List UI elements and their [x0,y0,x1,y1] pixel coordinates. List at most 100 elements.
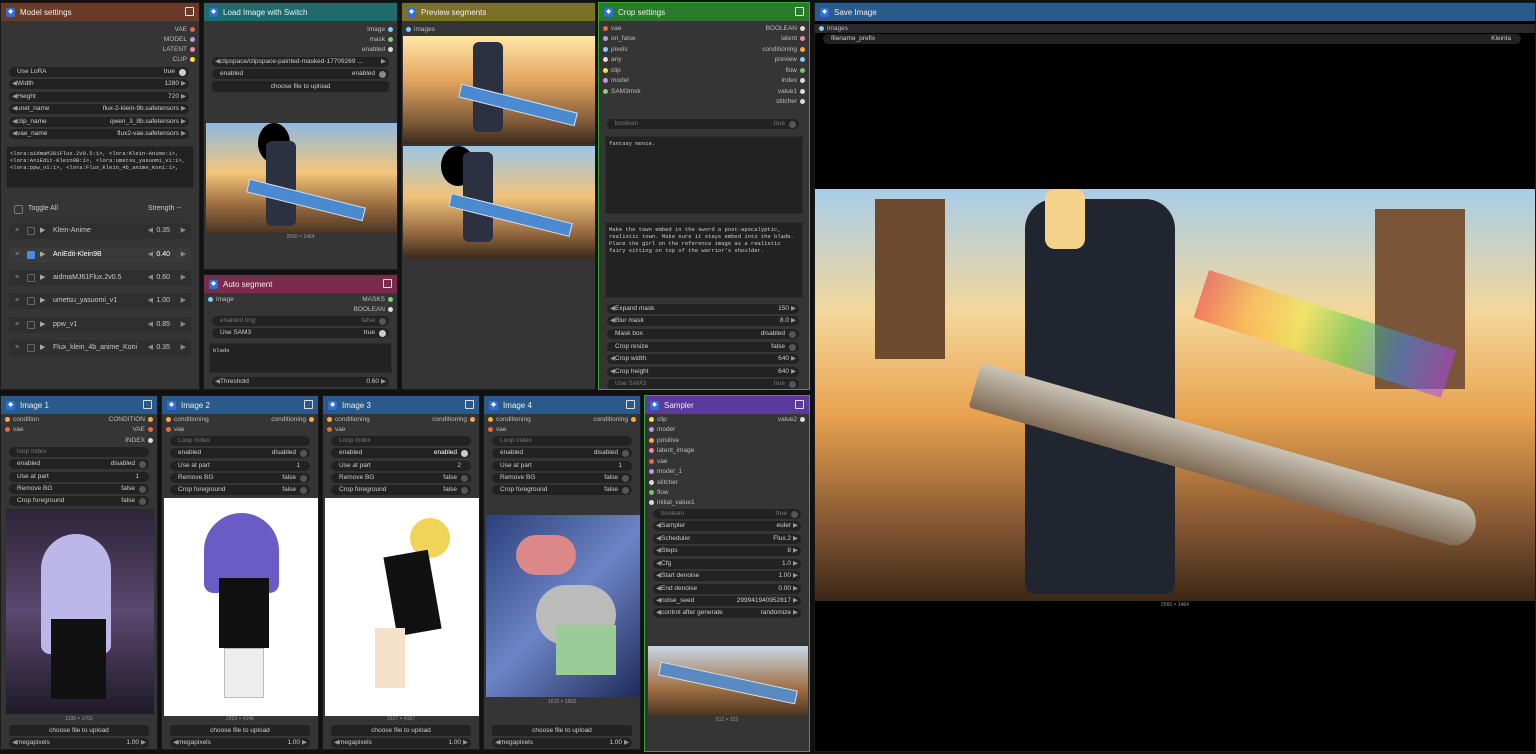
lora-row[interactable]: ≡ ▶ ppw_v1 ◀ 0.85 ▶ [9,317,191,333]
enabled-toggle[interactable]: enabled disabled [170,448,310,458]
slot-dot[interactable] [388,297,393,302]
pin-icon[interactable] [143,400,152,409]
slot-dot[interactable] [208,297,213,302]
use-at-part-field[interactable]: Use at part 2 [331,461,471,471]
lora-row[interactable]: ≡ ▶ aidmaMJ61Flux.2v0.5 ◀ 0.60 ▶ [9,270,191,286]
enabled-toggle[interactable]: enabled enabled [331,448,471,458]
mask-box-toggle[interactable]: Mask box disabled [607,329,799,339]
crop-foreground-toggle[interactable]: Crop foreground false [9,496,149,506]
remove-bg-toggle[interactable]: Remove BG false [492,473,632,483]
slot-dot[interactable] [388,307,393,312]
pin-icon[interactable] [185,7,194,16]
slot-dot[interactable] [190,27,195,32]
lora-row[interactable]: ≡ ▶ AniEdit-Klein9B ◀ 0.40 ▶ [9,247,191,263]
slot-dot[interactable] [190,57,195,62]
crop-foreground-toggle[interactable]: Crop foreground false [170,485,310,495]
clip-select[interactable]: ◀ clip_name qwen_3_8b.safetensors ▶ [9,117,189,127]
image-file-select[interactable]: ◀ clipspace/clipspace-painted-masked-1770… [212,57,389,67]
crop-width-field[interactable]: ◀ Crop width 640 ▶ [607,354,799,364]
megapixels-field[interactable]: ◀ megapixels 1.00 ▶ [9,738,149,748]
node-title-bar[interactable]: ◆ Auto segment [204,275,397,293]
segment-prompt[interactable]: blade [209,343,392,373]
loop-index-field[interactable]: Loop index [331,436,471,446]
remove-bg-toggle[interactable]: Remove BG false [170,473,310,483]
upload-button[interactable]: choose file to upload [170,725,310,736]
upload-button[interactable]: choose file to upload [9,725,149,736]
auto-segment-node[interactable]: ◆ Auto segment image MASKS BOOLEAN enabled… [203,274,398,390]
height-field[interactable]: ◀ Height 720 ▶ [9,92,189,102]
slot-dot[interactable] [406,27,411,32]
node-title-bar[interactable]: ◆ Crop settings [599,3,809,21]
scheduler-select[interactable]: ◀ Scheduler Flux.2 ▶ [653,534,801,544]
threshold-field[interactable]: ◀ Threshold 0.60 ▶ [212,377,389,387]
pin-icon[interactable] [626,400,635,409]
loop-index-field[interactable]: Loop index [492,436,632,446]
start-denoise-field[interactable]: ◀ Start denoise 1.00 ▶ [653,571,801,581]
node-title-bar[interactable]: ◆ Image 1 [1,396,157,414]
use-sam3-toggle[interactable]: Use SAM3 true [212,328,389,338]
megapixels-field[interactable]: ◀ megapixels 1.00 ▶ [331,738,471,748]
use-at-part-field[interactable]: Use at part 1 [492,461,632,471]
node-title-bar[interactable]: ◆ Model settings [1,3,199,21]
vae-select[interactable]: ◀ vae_name flux2-vae.safetensors ▶ [9,129,189,139]
image-2-node[interactable]: ◆ Image 2 conditioning conditioning vae Lo… [161,395,319,750]
loop-index-field[interactable]: loop index [9,447,149,457]
cfg-field[interactable]: ◀ Cfg 1.0 ▶ [653,559,801,569]
blur-mask-field[interactable]: ◀ Blur mask 8.0 ▶ [607,316,799,326]
sampler-node[interactable]: ◆ Sampler clip value2 model positive laten… [644,395,810,752]
enabled-toggle[interactable]: enabled disabled [9,459,149,469]
boolean-toggle[interactable]: boolean true [607,119,799,129]
width-field[interactable]: ◀ Width 1280 ▶ [9,79,189,89]
toggle-all-row[interactable]: Toggle All Strength -- [9,201,191,217]
use-at-part-field[interactable]: Use at part 1 [9,472,149,482]
crop-height-field[interactable]: ◀ Crop height 640 ▶ [607,367,799,377]
crop-foreground-toggle[interactable]: Crop foreground false [331,485,471,495]
lora-row[interactable]: ≡ ▶ Flux_klein_4b_anime_Koni ◀ 0.35 ▶ [9,340,191,356]
remove-bg-toggle[interactable]: Remove BG false [9,484,149,494]
slot-dot[interactable] [190,47,195,52]
node-title-bar[interactable]: ◆ Save Image [815,3,1535,21]
filename-prefix-field[interactable]: filename_prefix KleinIa [823,34,1521,44]
image-1-node[interactable]: ◆ Image 1 condition CONDITION vae VAE INDEX… [0,395,158,750]
crop-settings-node[interactable]: ◆ Crop settings vae BOOLEAN on_false latent… [598,2,810,390]
node-title-bar[interactable]: ◆ Image 4 [484,396,640,414]
pin-icon[interactable] [304,400,313,409]
save-image-node[interactable]: ◆ Save Image images filename_prefix KleinI… [814,2,1536,752]
slot-dot[interactable] [388,37,393,42]
model-settings-node[interactable]: ◆ Model settings VAE MODEL LATENT CLIP Us… [0,2,200,390]
use-sam3-toggle[interactable]: Use SAM3 true [607,379,799,389]
steps-field[interactable]: ◀ Steps 8 ▶ [653,546,801,556]
slot-dot[interactable] [190,37,195,42]
crop-foreground-toggle[interactable]: Crop foreground false [492,485,632,495]
megapixels-field[interactable]: ◀ megapixels 1.00 ▶ [170,738,310,748]
slot-dot[interactable] [388,47,393,52]
crop-resize-toggle[interactable]: Crop resize false [607,342,799,352]
end-denoise-field[interactable]: ◀ End denoise 0.00 ▶ [653,584,801,594]
enabled-toggle[interactable]: enabled enabled [212,69,389,79]
pin-icon[interactable] [795,7,804,16]
pin-icon[interactable] [465,400,474,409]
sampler-select[interactable]: ◀ Sampler euler ▶ [653,521,801,531]
slot-dot[interactable] [388,27,393,32]
image-4-node[interactable]: ◆ Image 4 conditioning conditioning vae Lo… [483,395,641,750]
use-at-part-field[interactable]: Use at part 1 [170,461,310,471]
upload-button[interactable]: choose file to upload [492,725,632,736]
lora-row[interactable]: ≡ ▶ umetsu_yasuomi_v1 ◀ 1.00 ▶ [9,293,191,309]
megapixels-field[interactable]: ◀ megapixels 1.00 ▶ [492,738,632,748]
enabled-toggle[interactable]: enabled disabled [492,448,632,458]
node-title-bar[interactable]: ◆ Sampler [645,396,809,414]
lora-text-area[interactable]: <lora:aidmaMJ61Flux.2v0.5:1>, <lora:Klei… [6,146,194,188]
prompt-text-1[interactable]: fantasy movie. [605,136,803,214]
load-image-node[interactable]: ◆ Load Image with Switch image mask enabl… [203,2,398,270]
image-3-node[interactable]: ◆ Image 3 conditioning conditioning vae Lo… [322,395,480,750]
noise-seed-field[interactable]: ◀ noise_seed 299941940952817 ▶ [653,596,801,606]
expand-mask-field[interactable]: ◀ Expand mask 150 ▶ [607,304,799,314]
node-title-bar[interactable]: ◆ Preview segments [402,3,595,21]
pin-icon[interactable] [795,400,804,409]
use-lora-toggle[interactable]: Use LoRA true [9,67,189,77]
remove-bg-toggle[interactable]: Remove BG false [331,473,471,483]
pin-icon[interactable] [383,279,392,288]
node-title-bar[interactable]: ◆ Image 3 [323,396,479,414]
node-title-bar[interactable]: ◆ Load Image with Switch [204,3,397,21]
boolean-toggle[interactable]: boolean true [653,509,801,519]
